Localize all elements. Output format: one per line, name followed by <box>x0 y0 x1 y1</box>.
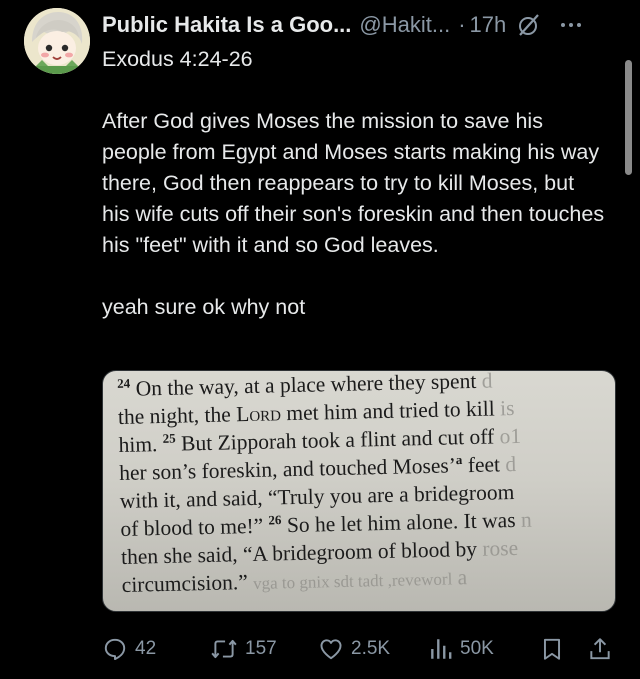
action-bar: 42 157 2.5K 50K <box>102 634 617 664</box>
tweet-paragraph: After God gives Moses the mission to sav… <box>102 109 605 257</box>
reply-count: 42 <box>135 638 157 659</box>
repost-count: 157 <box>245 638 277 659</box>
avatar[interactable] <box>24 8 90 74</box>
reply-button[interactable]: 42 <box>102 634 156 664</box>
retweet-icon <box>211 639 237 659</box>
verse-number: 26 <box>268 512 282 528</box>
display-name[interactable]: Public Hakita Is a Goo... <box>102 12 351 38</box>
tweet-header: Public Hakita Is a Goo... @Hakit... · 17… <box>102 10 622 40</box>
user-handle[interactable]: @Hakit... <box>359 12 450 38</box>
tweet-paragraph: yeah sure ok why not <box>102 295 306 319</box>
like-count: 2.5K <box>351 638 391 659</box>
scrollbar-thumb[interactable] <box>625 60 632 175</box>
share-button[interactable] <box>587 634 613 664</box>
verse-number: 24 <box>117 375 131 391</box>
grok-icon[interactable] <box>516 12 542 38</box>
more-icon[interactable] <box>558 12 584 38</box>
views-button[interactable]: 50K <box>429 634 494 664</box>
tweet-photo[interactable]: 24 On the way, at a place where they spe… <box>102 370 616 612</box>
reply-icon <box>104 638 126 661</box>
tweet-text: Exodus 4:24-26 After God gives Moses the… <box>102 44 607 354</box>
repost-button[interactable]: 157 <box>210 634 277 664</box>
verse-number: 25 <box>162 430 176 446</box>
timestamp[interactable]: 17h <box>470 12 507 38</box>
tweet-paragraph: Exodus 4:24-26 <box>102 47 253 71</box>
view-count: 50K <box>460 638 494 659</box>
footnote-marker: a <box>455 452 463 468</box>
separator-dot: · <box>458 12 466 37</box>
like-button[interactable]: 2.5K <box>318 634 390 664</box>
bookmark-button[interactable] <box>539 634 565 664</box>
heart-icon <box>320 639 342 660</box>
share-icon <box>590 638 610 660</box>
bookmark-icon <box>543 638 561 660</box>
views-icon <box>431 639 452 659</box>
bible-passage: 24 On the way, at a place where they spe… <box>117 371 615 601</box>
